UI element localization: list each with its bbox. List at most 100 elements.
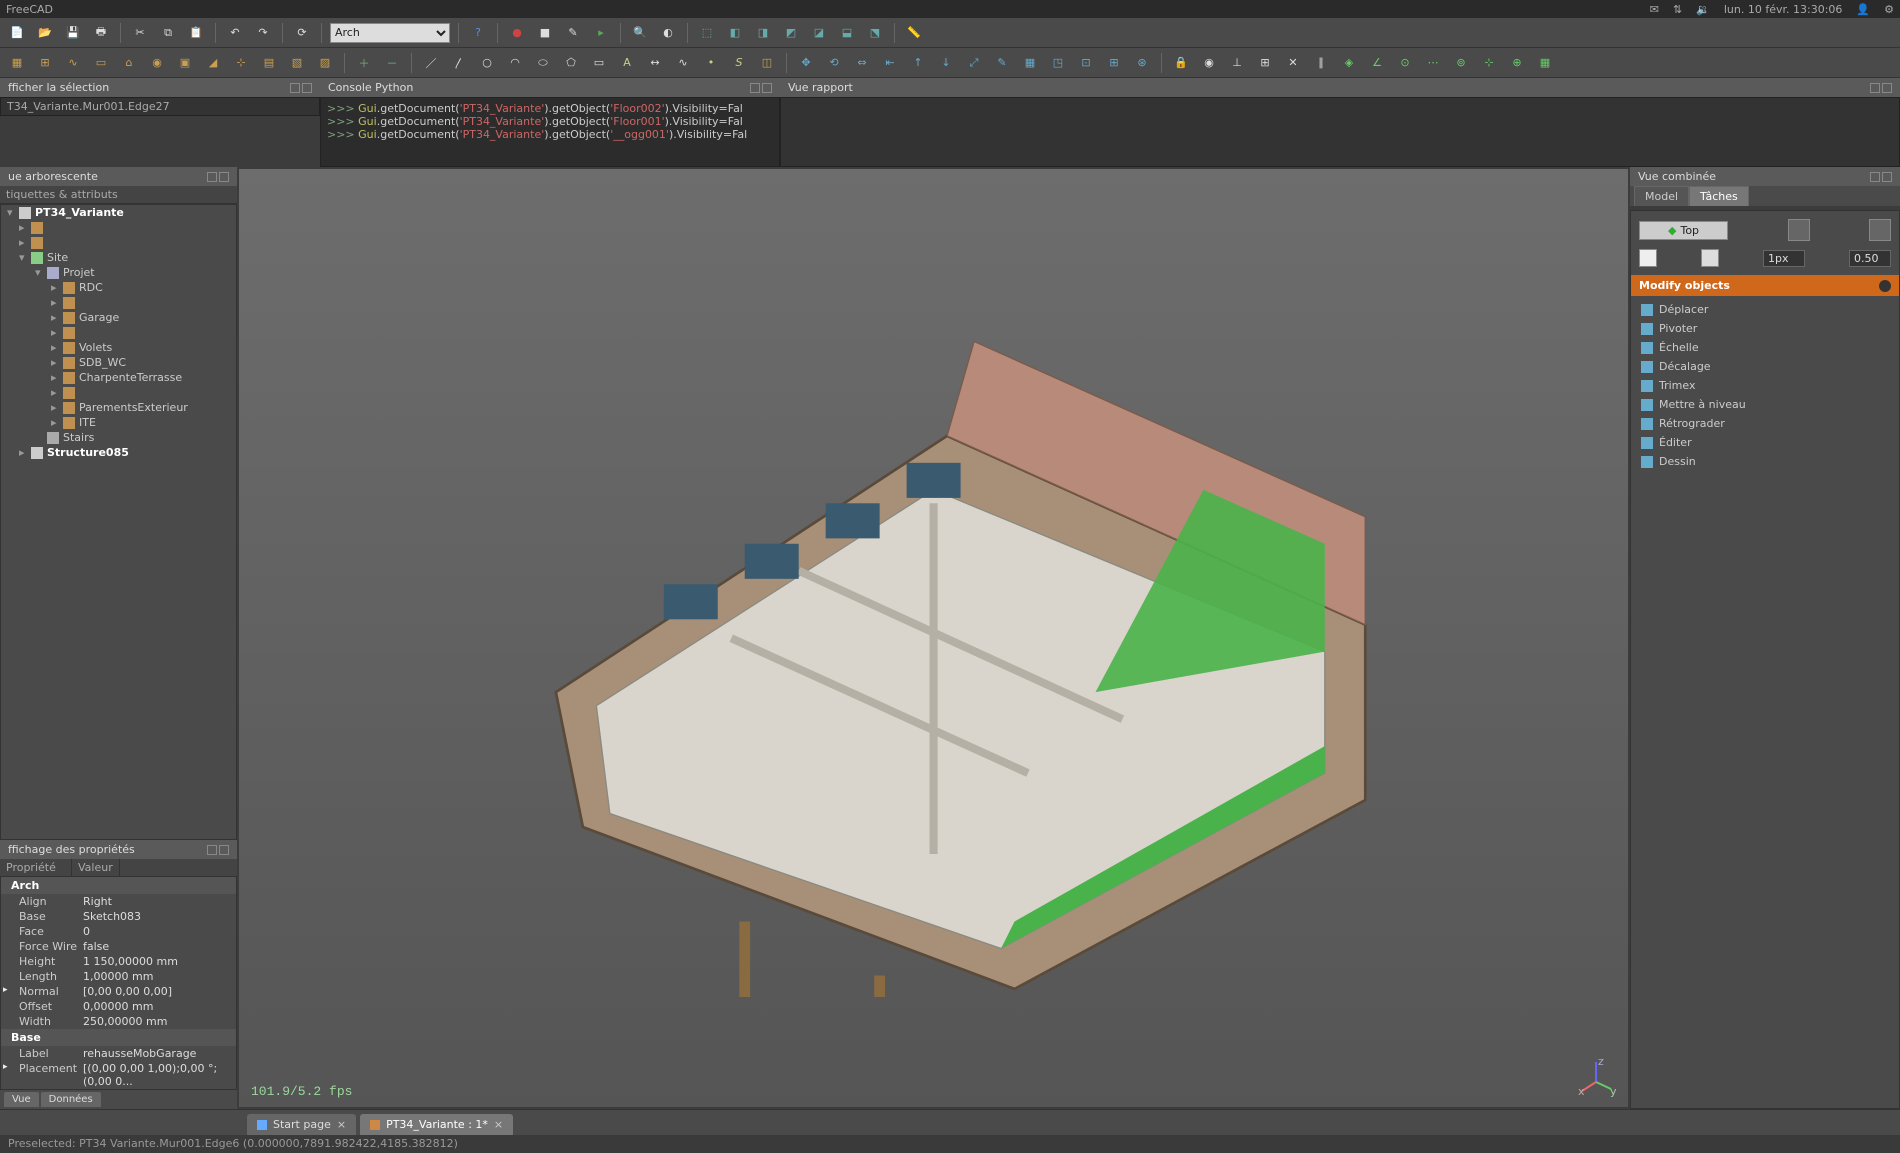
panel-close-icon[interactable] (1882, 83, 1892, 93)
snap-perpendicular-icon[interactable]: ⊥ (1226, 52, 1248, 74)
tree-project[interactable]: Projet (63, 266, 95, 279)
property-row[interactable]: Length1,00000 mm (1, 969, 236, 984)
view-rear-icon[interactable]: ◪ (808, 22, 830, 44)
draft-array-icon[interactable]: ⊞ (1103, 52, 1125, 74)
snap-angle-icon[interactable]: ∠ (1366, 52, 1388, 74)
draft-move-icon[interactable]: ✥ (795, 52, 817, 74)
expand-toggle[interactable]: ▸ (51, 296, 59, 309)
snap-parallel-icon[interactable]: ∥ (1310, 52, 1332, 74)
property-row[interactable]: AlignRight (1, 894, 236, 909)
tree-document[interactable]: PT34_Variante (35, 206, 124, 219)
expand-toggle[interactable]: ▸ (51, 341, 59, 354)
snap-lock-icon[interactable]: 🔒 (1170, 52, 1192, 74)
expand-toggle[interactable]: ▸ (19, 446, 27, 459)
copy-icon[interactable]: ⧉ (157, 22, 179, 44)
line-color-swatch[interactable] (1639, 249, 1657, 267)
fontsize-spinner[interactable] (1849, 250, 1891, 267)
face-color-swatch[interactable] (1701, 249, 1719, 267)
modify-downgrade[interactable]: Rétrograder (1631, 414, 1899, 433)
draft-text-icon[interactable]: A (616, 52, 638, 74)
panel-float-icon[interactable] (207, 172, 217, 182)
expand-toggle[interactable]: ▸ (51, 416, 59, 429)
panel-float-icon[interactable] (750, 83, 760, 93)
modify-edit[interactable]: Éditer (1631, 433, 1899, 452)
draft-arc-icon[interactable]: ◠ (504, 52, 526, 74)
snap-dimensions-icon[interactable]: ⊕ (1506, 52, 1528, 74)
draft-bspline-icon[interactable]: ∿ (672, 52, 694, 74)
3d-viewport[interactable]: 101.9/5.2 fps z y x (239, 169, 1628, 1107)
panel-float-icon[interactable] (1870, 83, 1880, 93)
collapse-icon[interactable] (1879, 280, 1891, 292)
tree-item[interactable]: Garage (79, 311, 119, 324)
view-bottom-icon[interactable]: ⬓ (836, 22, 858, 44)
draft-wire-icon[interactable]: 〳 (448, 52, 470, 74)
property-value[interactable]: 0,00000 mm (81, 1000, 236, 1013)
arch-wall-icon[interactable]: ▦ (6, 52, 28, 74)
arch-rebar-icon[interactable]: ∿ (62, 52, 84, 74)
modify-move[interactable]: Déplacer (1631, 300, 1899, 319)
panel-close-icon[interactable] (219, 172, 229, 182)
expand-toggle[interactable]: ▸ (51, 356, 59, 369)
arch-axis-icon[interactable]: ⊹ (230, 52, 252, 74)
draft-rectangle-icon[interactable]: ▭ (588, 52, 610, 74)
arch-section-icon[interactable]: ▤ (258, 52, 280, 74)
draft-drawing-icon[interactable]: ▦ (1019, 52, 1041, 74)
property-value[interactable]: 0 (81, 925, 236, 938)
macro-record-icon[interactable]: ● (506, 22, 528, 44)
snap-grid-icon[interactable]: ⊞ (1254, 52, 1276, 74)
linewidth-spinner[interactable] (1763, 250, 1805, 267)
draft-scale-icon[interactable]: ⤢ (963, 52, 985, 74)
property-row[interactable]: Height1 150,00000 mm (1, 954, 236, 969)
arch-building-icon[interactable]: ⌂ (118, 52, 140, 74)
property-value[interactable]: 1 150,00000 mm (81, 955, 236, 968)
sound-icon[interactable]: 🔉 (1696, 3, 1710, 16)
view-front-icon[interactable]: ◧ (724, 22, 746, 44)
panel-close-icon[interactable] (219, 845, 229, 855)
expand-toggle[interactable]: ▾ (7, 206, 15, 219)
draft-edit-icon[interactable]: ✎ (991, 52, 1013, 74)
arch-floor-icon[interactable]: ▭ (90, 52, 112, 74)
snap-center-icon[interactable]: ⊙ (1394, 52, 1416, 74)
tab-data[interactable]: Données (41, 1092, 101, 1107)
refresh-icon[interactable]: ⟳ (291, 22, 313, 44)
snap-intersection-icon[interactable]: ✕ (1282, 52, 1304, 74)
property-value[interactable]: [(0,00 0,00 1,00);0,00 °;(0,00 0... (81, 1062, 236, 1088)
modify-trimex[interactable]: Trimex (1631, 376, 1899, 395)
macro-play-icon[interactable]: ▸ (590, 22, 612, 44)
expand-toggle[interactable]: ▾ (19, 251, 27, 264)
whatsthis-icon[interactable]: ? (467, 22, 489, 44)
tab-model[interactable]: Model (1634, 186, 1689, 206)
expand-toggle[interactable]: ▸ (19, 221, 27, 234)
arch-add-icon[interactable]: ＋ (353, 52, 375, 74)
property-row[interactable]: ▸Placement[(0,00 0,00 1,00);0,00 °;(0,00… (1, 1061, 236, 1089)
print-icon[interactable]: 🖶 (90, 22, 112, 44)
paste-icon[interactable]: 📋 (185, 22, 207, 44)
tree-site[interactable]: Site (47, 251, 68, 264)
draft-offset-icon[interactable]: ⇔ (851, 52, 873, 74)
arch-stairs-icon[interactable]: ▨ (314, 52, 336, 74)
construction-mode-button[interactable] (1788, 219, 1810, 241)
draft-trimex-left-icon[interactable]: ⇤ (879, 52, 901, 74)
expand-toggle[interactable]: ▸ (51, 311, 59, 324)
redo-icon[interactable]: ↷ (252, 22, 274, 44)
snap-ortho-icon[interactable]: ⊹ (1478, 52, 1500, 74)
property-value[interactable]: Right (81, 895, 236, 908)
zoom-fit-icon[interactable]: 🔍 (629, 22, 651, 44)
property-row[interactable]: LabelrehausseMobGarage (1, 1046, 236, 1061)
tree-item[interactable]: SDB_WC (79, 356, 126, 369)
expand-toggle[interactable]: ▸ (51, 326, 59, 339)
cut-icon[interactable]: ✂ (129, 22, 151, 44)
view-right-icon[interactable]: ◩ (780, 22, 802, 44)
tree-item[interactable]: RDC (79, 281, 103, 294)
settings-gear-icon[interactable]: ⚙ (1884, 3, 1894, 16)
tree-item[interactable]: ITE (79, 416, 96, 429)
property-value[interactable]: 1,00000 mm (81, 970, 236, 983)
panel-close-icon[interactable] (762, 83, 772, 93)
tab-view[interactable]: Vue (4, 1092, 39, 1107)
arch-site-icon[interactable]: ◉ (146, 52, 168, 74)
open-file-icon[interactable]: 📂 (34, 22, 56, 44)
modify-rotate[interactable]: Pivoter (1631, 319, 1899, 338)
expand-toggle[interactable]: ▾ (35, 266, 43, 279)
property-value[interactable]: false (81, 940, 236, 953)
close-tab-icon[interactable]: × (337, 1118, 346, 1131)
